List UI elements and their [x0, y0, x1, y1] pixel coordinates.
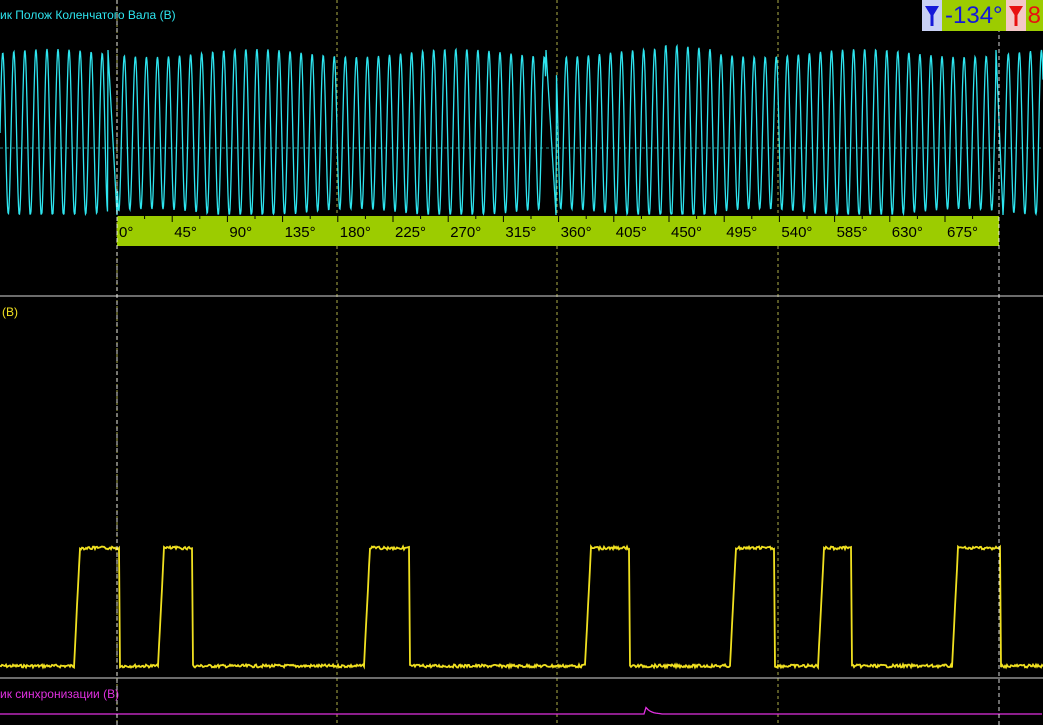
cursor-a-marker-icon[interactable] [922, 0, 942, 31]
ruler-tick-label: 315° [505, 224, 536, 241]
funnel-down-red-icon [1008, 5, 1023, 26]
crank-position-waveform [0, 43, 1043, 217]
ruler-tick-label: 0° [119, 224, 133, 241]
ruler-tick-label: 540° [781, 224, 812, 241]
ruler-tick-label: 270° [450, 224, 481, 241]
ruler-tick-label: 405° [616, 224, 647, 241]
ruler-tick-label: 630° [892, 224, 923, 241]
ruler-tick-label: 450° [671, 224, 702, 241]
channel-label-sync: ик синхронизации (В) [0, 687, 120, 701]
ruler-tick-label: 45° [174, 224, 197, 241]
ruler-tick-label: 180° [340, 224, 371, 241]
cursor-b-marker-icon[interactable] [1005, 0, 1026, 31]
ruler-tick-label: 495° [726, 224, 757, 241]
cursor-b-value: 8 [1025, 0, 1043, 31]
sync-waveform [0, 706, 1042, 715]
injector-waveform [0, 543, 1043, 671]
ruler-tick-label: 675° [947, 224, 978, 241]
ruler-tick-label: 90° [229, 224, 252, 241]
ruler-tick-label: 135° [285, 224, 316, 241]
channel-label-injector: (В) [2, 305, 18, 319]
cursor-readout: -134° 8 [922, 0, 1043, 31]
ruler-tick-label: 360° [561, 224, 592, 241]
funnel-down-blue-icon [925, 5, 939, 26]
ruler-tick-label: 585° [837, 224, 868, 241]
oscilloscope-display[interactable]: 0° 45° 90° 135° 180° 225° 270° 315° 360° 405° 450°… [0, 0, 1043, 725]
cursor-a-value: -134° [942, 0, 1006, 31]
ruler-tick-label: 225° [395, 224, 426, 241]
channel-label-crank-sensor: ик Полож Коленчатого Вала (В) [0, 8, 176, 22]
